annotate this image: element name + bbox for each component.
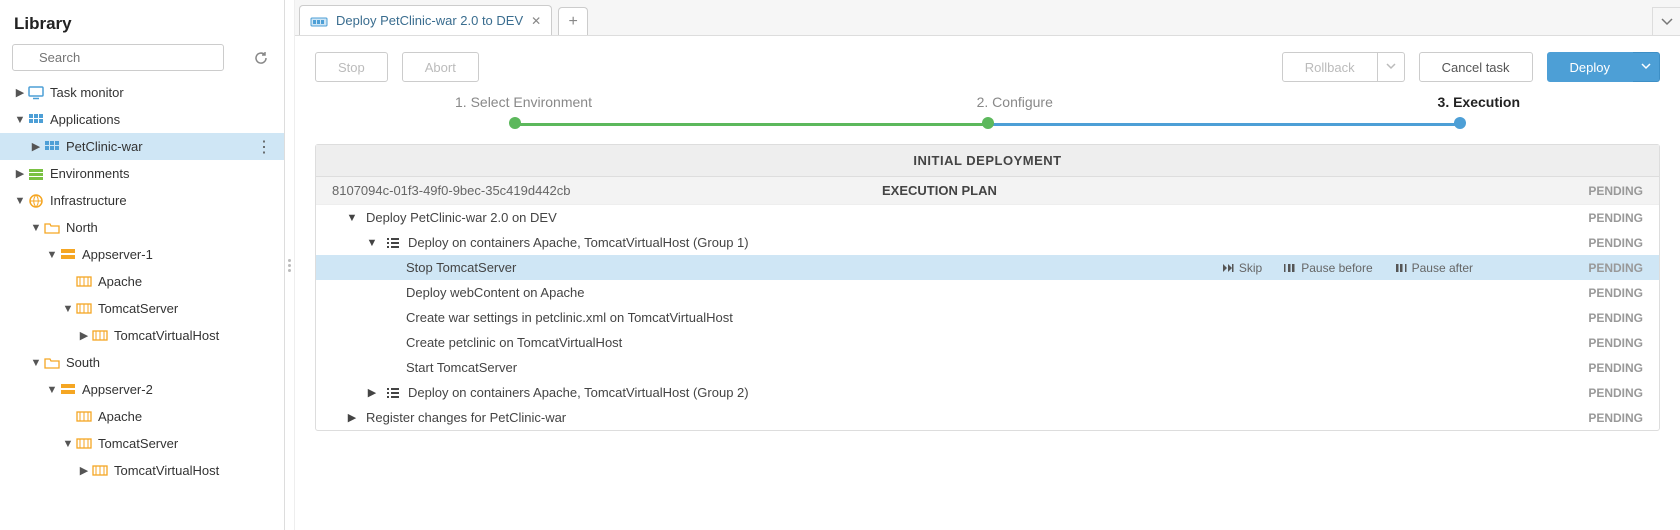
container-icon: [76, 437, 92, 450]
tree-item-apache-2[interactable]: Apache: [0, 403, 284, 430]
tabbar: Deploy PetClinic-war 2.0 to DEV ✕ +: [295, 0, 1680, 36]
stop-button[interactable]: Stop: [315, 52, 388, 82]
abort-button[interactable]: Abort: [402, 52, 479, 82]
refresh-icon: [253, 50, 269, 66]
tree-item-tomcatvh-1[interactable]: ▶ TomcatVirtualHost: [0, 322, 284, 349]
deploy-dropdown[interactable]: [1633, 52, 1660, 82]
plan-header: 8107094c-01f3-49f0-9bec-35c419d442cb EXE…: [316, 177, 1659, 205]
plan-status: PENDING: [1533, 184, 1643, 198]
library-tree: ▶ Task monitor ▼ Applications ▶ PetClini…: [0, 79, 284, 530]
task-row[interactable]: ▼ Deploy on containers Apache, TomcatVir…: [316, 230, 1659, 255]
tree-item-north[interactable]: ▼ North: [0, 214, 284, 241]
plan-id: 8107094c-01f3-49f0-9bec-35c419d442cb: [332, 183, 882, 198]
tree-item-tomcatserver-2[interactable]: ▼ TomcatServer: [0, 430, 284, 457]
tree-item-south[interactable]: ▼ South: [0, 349, 284, 376]
task-row[interactable]: ▶ Deploy on containers Apache, TomcatVir…: [316, 380, 1659, 405]
plan-title: EXECUTION PLAN: [882, 183, 1533, 198]
server-icon: [60, 383, 76, 396]
pause-after-icon: [1395, 263, 1407, 273]
task-row[interactable]: Create war settings in petclinic.xml on …: [316, 305, 1659, 330]
sidebar-title: Library: [0, 0, 284, 44]
tree-item-applications[interactable]: ▼ Applications: [0, 106, 284, 133]
chevron-down-icon: [1661, 16, 1673, 28]
wizard-progress: [515, 116, 1460, 130]
env-icon: [28, 167, 44, 181]
execution-panel: INITIAL DEPLOYMENT 8107094c-01f3-49f0-9b…: [315, 144, 1660, 431]
task-row[interactable]: ▶Register changes for PetClinic-war PEND…: [316, 405, 1659, 430]
pause-before-icon: [1284, 263, 1296, 273]
server-icon: [60, 248, 76, 261]
deploy-button[interactable]: Deploy: [1547, 52, 1633, 82]
panel-header: INITIAL DEPLOYMENT: [316, 145, 1659, 177]
folder-icon: [44, 221, 60, 234]
tabs-more-button[interactable]: [1652, 7, 1680, 35]
skip-icon: [1222, 263, 1234, 273]
infra-icon: [28, 194, 44, 208]
tree-item-petclinic-war[interactable]: ▶ PetClinic-war ⋮: [0, 133, 284, 160]
apps-icon: [44, 140, 60, 154]
wizard-step-3: 3. Execution: [1438, 94, 1520, 110]
task-row[interactable]: ▼Deploy PetClinic-war 2.0 on DEV PENDING: [316, 205, 1659, 230]
list-icon: [386, 237, 400, 249]
rollback-dropdown[interactable]: [1378, 52, 1405, 82]
cancel-task-button[interactable]: Cancel task: [1419, 52, 1533, 82]
list-icon: [386, 387, 400, 399]
sidebar: Library ▶ Task monitor ▼ Applications: [0, 0, 285, 530]
splitter-handle[interactable]: [285, 0, 295, 530]
rollback-group: Rollback: [1282, 52, 1405, 82]
tree-item-appserver-1[interactable]: ▼ Appserver-1: [0, 241, 284, 268]
wizard-step-2: 2. Configure: [977, 94, 1053, 110]
kebab-icon[interactable]: ⋮: [256, 137, 276, 157]
refresh-button[interactable]: [250, 47, 272, 69]
container-icon: [76, 275, 92, 288]
tree-item-tomcatserver-1[interactable]: ▼ TomcatServer: [0, 295, 284, 322]
action-bar: Stop Abort Rollback Cancel task Deploy: [315, 52, 1660, 82]
tree-item-apache-1[interactable]: Apache: [0, 268, 284, 295]
tree-item-appserver-2[interactable]: ▼ Appserver-2: [0, 376, 284, 403]
skip-action[interactable]: Skip: [1222, 261, 1262, 275]
folder-icon: [44, 356, 60, 369]
task-row-selected[interactable]: Stop TomcatServer Skip Pause before Paus…: [316, 255, 1659, 280]
chevron-down-icon: [1641, 62, 1651, 72]
tree-item-task-monitor[interactable]: ▶ Task monitor: [0, 79, 284, 106]
wizard-steps: 1. Select Environment 2. Configure 3. Ex…: [455, 94, 1520, 110]
task-row[interactable]: Create petclinic on TomcatVirtualHost PE…: [316, 330, 1659, 355]
container-icon: [76, 410, 92, 423]
rollback-button[interactable]: Rollback: [1282, 52, 1378, 82]
wizard-step-1: 1. Select Environment: [455, 94, 592, 110]
task-row[interactable]: Deploy webContent on Apache PENDING: [316, 280, 1659, 305]
tab-label: Deploy PetClinic-war 2.0 to DEV: [336, 13, 523, 28]
apps-icon: [28, 113, 44, 127]
task-row[interactable]: Start TomcatServer PENDING: [316, 355, 1659, 380]
tree-item-environments[interactable]: ▶ Environments: [0, 160, 284, 187]
close-icon[interactable]: ✕: [531, 14, 541, 28]
deploy-icon: [310, 14, 328, 28]
tab-deploy[interactable]: Deploy PetClinic-war 2.0 to DEV ✕: [299, 5, 552, 35]
monitor-icon: [28, 86, 44, 100]
container-icon: [92, 329, 108, 342]
tree-item-infrastructure[interactable]: ▼ Infrastructure: [0, 187, 284, 214]
chevron-down-icon: [1386, 62, 1396, 72]
tree-item-tomcatvh-2[interactable]: ▶ TomcatVirtualHost: [0, 457, 284, 484]
pause-before-action[interactable]: Pause before: [1284, 261, 1372, 275]
search-input[interactable]: [12, 44, 224, 71]
container-icon: [76, 302, 92, 315]
pause-after-action[interactable]: Pause after: [1395, 261, 1473, 275]
container-icon: [92, 464, 108, 477]
add-tab-button[interactable]: +: [558, 7, 588, 35]
